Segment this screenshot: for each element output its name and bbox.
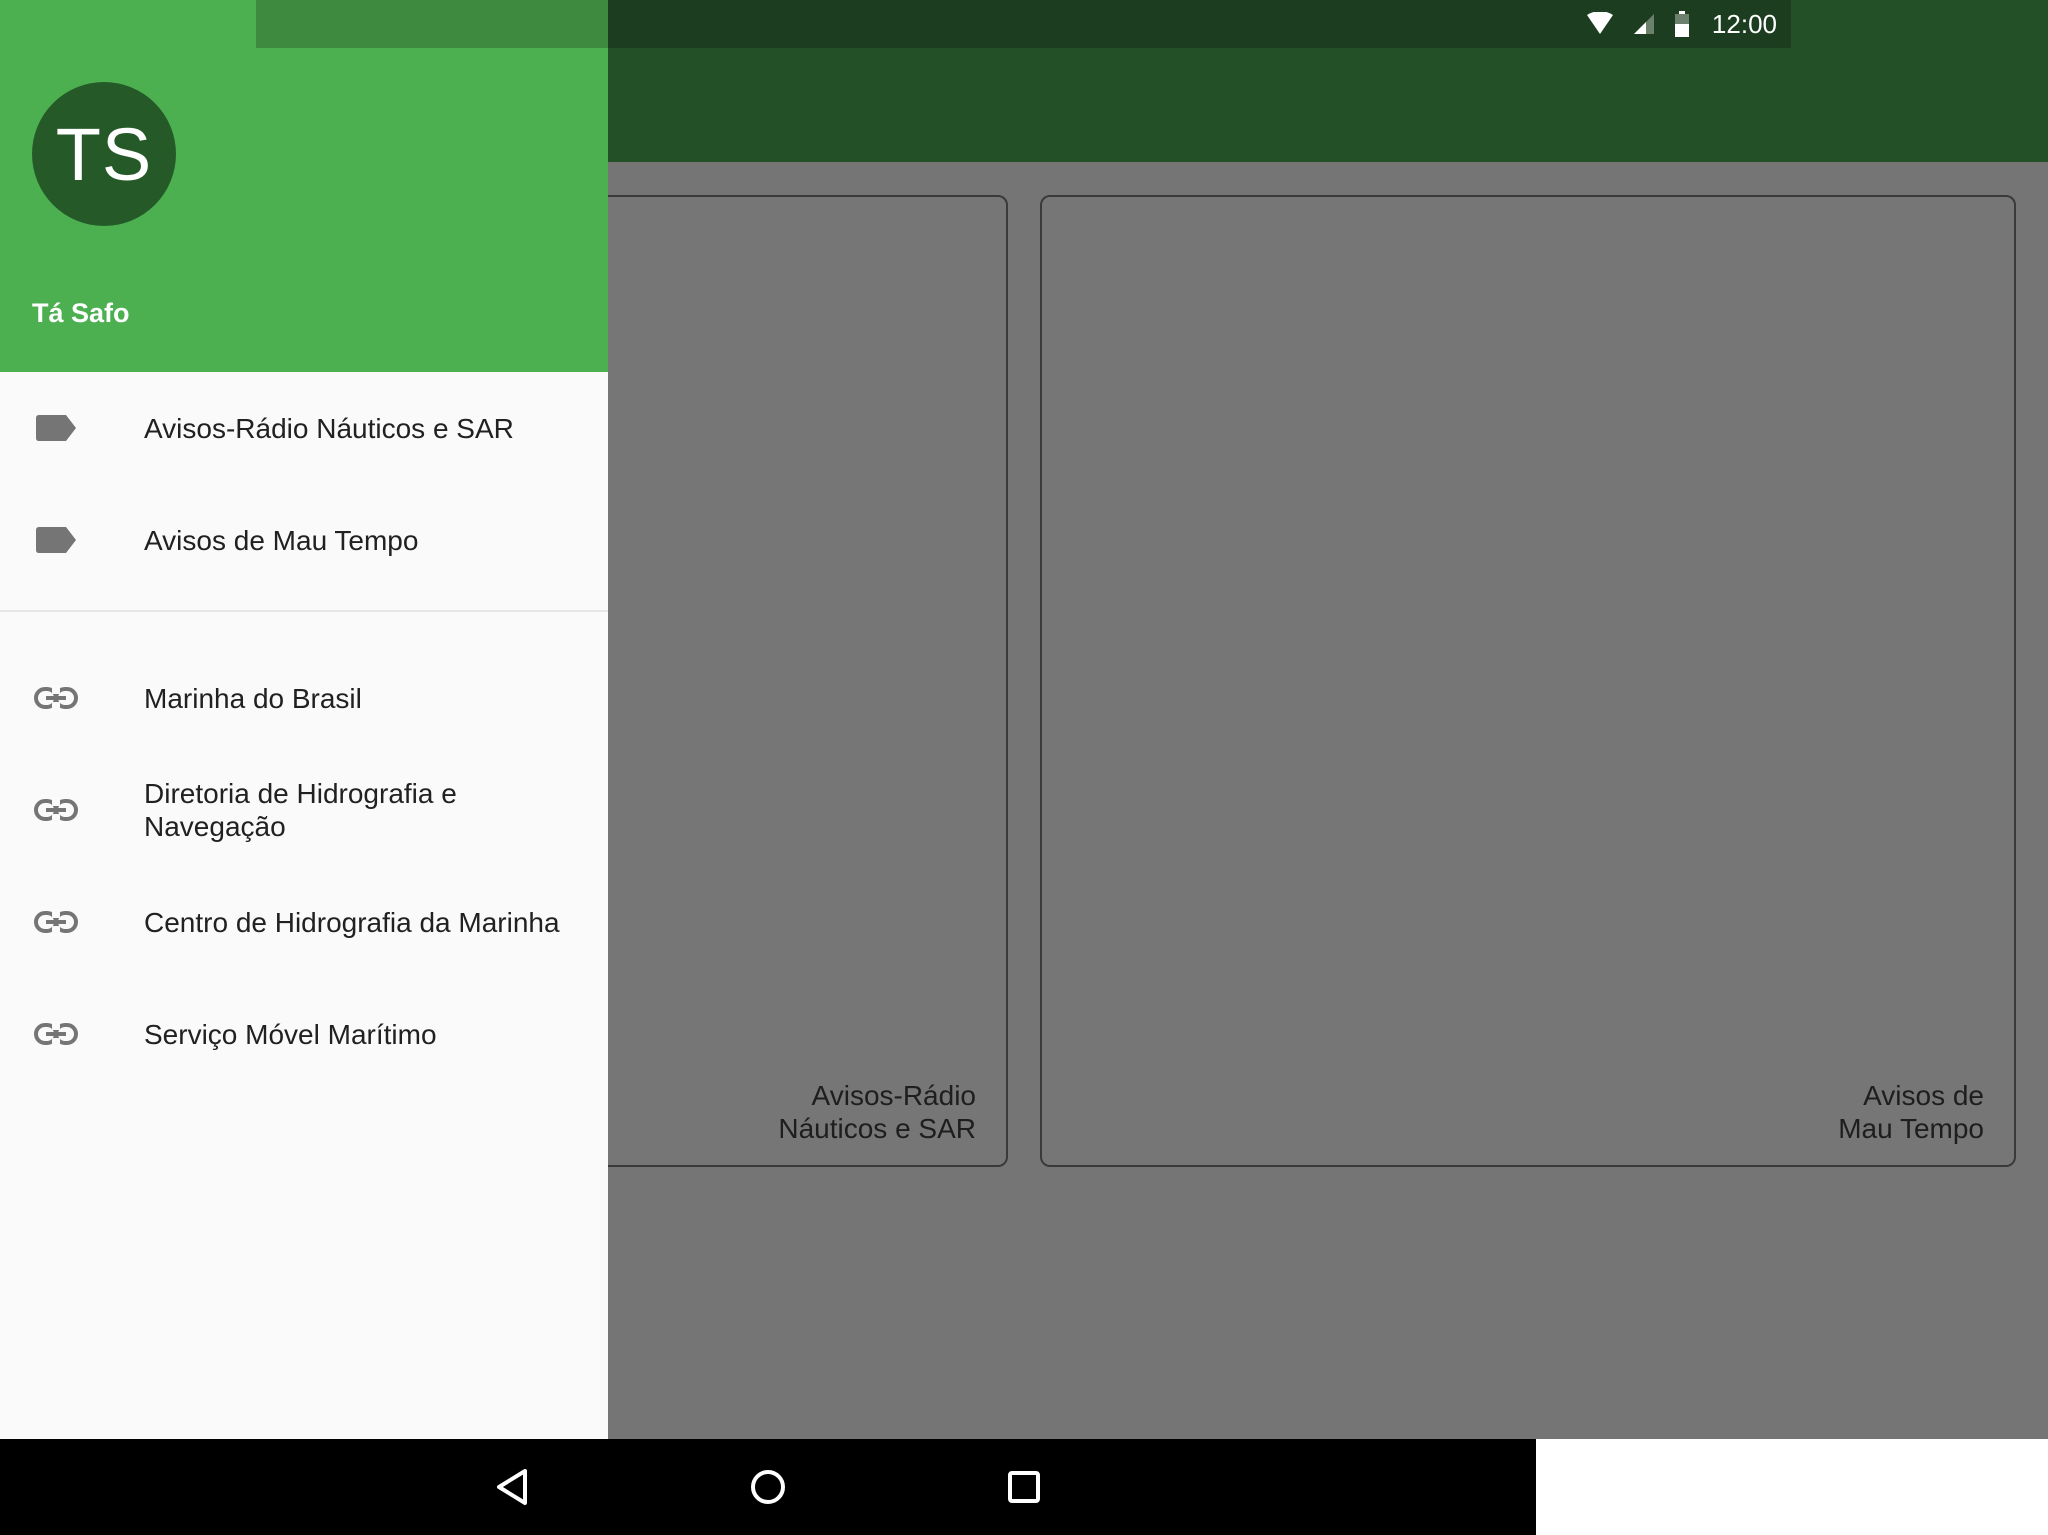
navigation-drawer: TS Tá Safo Avisos-Rádio Náuticos e SAR A… <box>0 0 608 1439</box>
account-name: Tá Safo <box>32 298 130 328</box>
battery-icon <box>1674 11 1689 37</box>
card-title-line: Avisos-Rádio <box>811 1080 976 1111</box>
status-time: 12:00 <box>1711 8 1777 39</box>
card-title: Avisos de Mau Tempo <box>1724 1079 1984 1145</box>
drawer-item-label: Avisos de Mau Tempo <box>144 524 419 556</box>
drawer-item-label: Diretoria de Hidrografia e Navegação <box>144 778 457 842</box>
label-icon <box>34 413 78 443</box>
drawer-item-label: Marinha do Brasil <box>144 682 362 714</box>
link-icon <box>34 795 78 825</box>
drawer-divider <box>0 610 608 612</box>
status-bar: 12:00 <box>608 0 1791 48</box>
wifi-icon <box>1586 12 1613 34</box>
home-button[interactable] <box>744 1463 792 1511</box>
drawer-item-avisos-radio[interactable]: Avisos-Rádio Náuticos e SAR <box>0 372 608 484</box>
drawer-menu: Avisos-Rádio Náuticos e SAR Avisos de Ma… <box>0 372 608 1090</box>
card-title-line: Avisos de <box>1863 1080 1984 1111</box>
drawer-header: TS Tá Safo <box>0 0 608 372</box>
home-icon <box>751 1470 785 1504</box>
drawer-item-diretoria-hidrografia[interactable]: Diretoria de Hidrografia e Navegação <box>0 754 608 866</box>
link-icon <box>34 683 78 713</box>
drawer-item-servico-movel[interactable]: Serviço Móvel Marítimo <box>0 978 608 1090</box>
link-icon <box>34 1019 78 1049</box>
drawer-item-centro-hidrografia[interactable]: Centro de Hidrografia da Marinha <box>0 866 608 978</box>
drawer-item-avisos-mau-tempo[interactable]: Avisos de Mau Tempo <box>0 484 608 596</box>
recents-icon <box>1008 1471 1040 1503</box>
drawer-status-bar <box>256 0 608 48</box>
card-title-line: Mau Tempo <box>1838 1113 1984 1144</box>
drawer-item-label: Centro de Hidrografia da Marinha <box>144 906 560 938</box>
label-icon <box>34 525 78 555</box>
card-title-line: Náuticos e SAR <box>778 1113 976 1144</box>
back-button[interactable] <box>488 1463 536 1511</box>
drawer-item-marinha-do-brasil[interactable]: Marinha do Brasil <box>0 642 608 754</box>
card-title: Avisos-Rádio Náuticos e SAR <box>716 1079 976 1145</box>
system-navigation-bar <box>0 1439 1536 1535</box>
drawer-item-label: Avisos-Rádio Náuticos e SAR <box>144 412 514 444</box>
drawer-item-label: Serviço Móvel Marítimo <box>144 1018 437 1050</box>
avatar[interactable]: TS <box>32 82 176 226</box>
back-icon <box>497 1469 527 1505</box>
signal-icon <box>1633 14 1654 34</box>
link-icon <box>34 907 78 937</box>
card-avisos-mau-tempo[interactable]: Avisos de Mau Tempo <box>1040 195 2016 1167</box>
recents-button[interactable] <box>1000 1463 1048 1511</box>
